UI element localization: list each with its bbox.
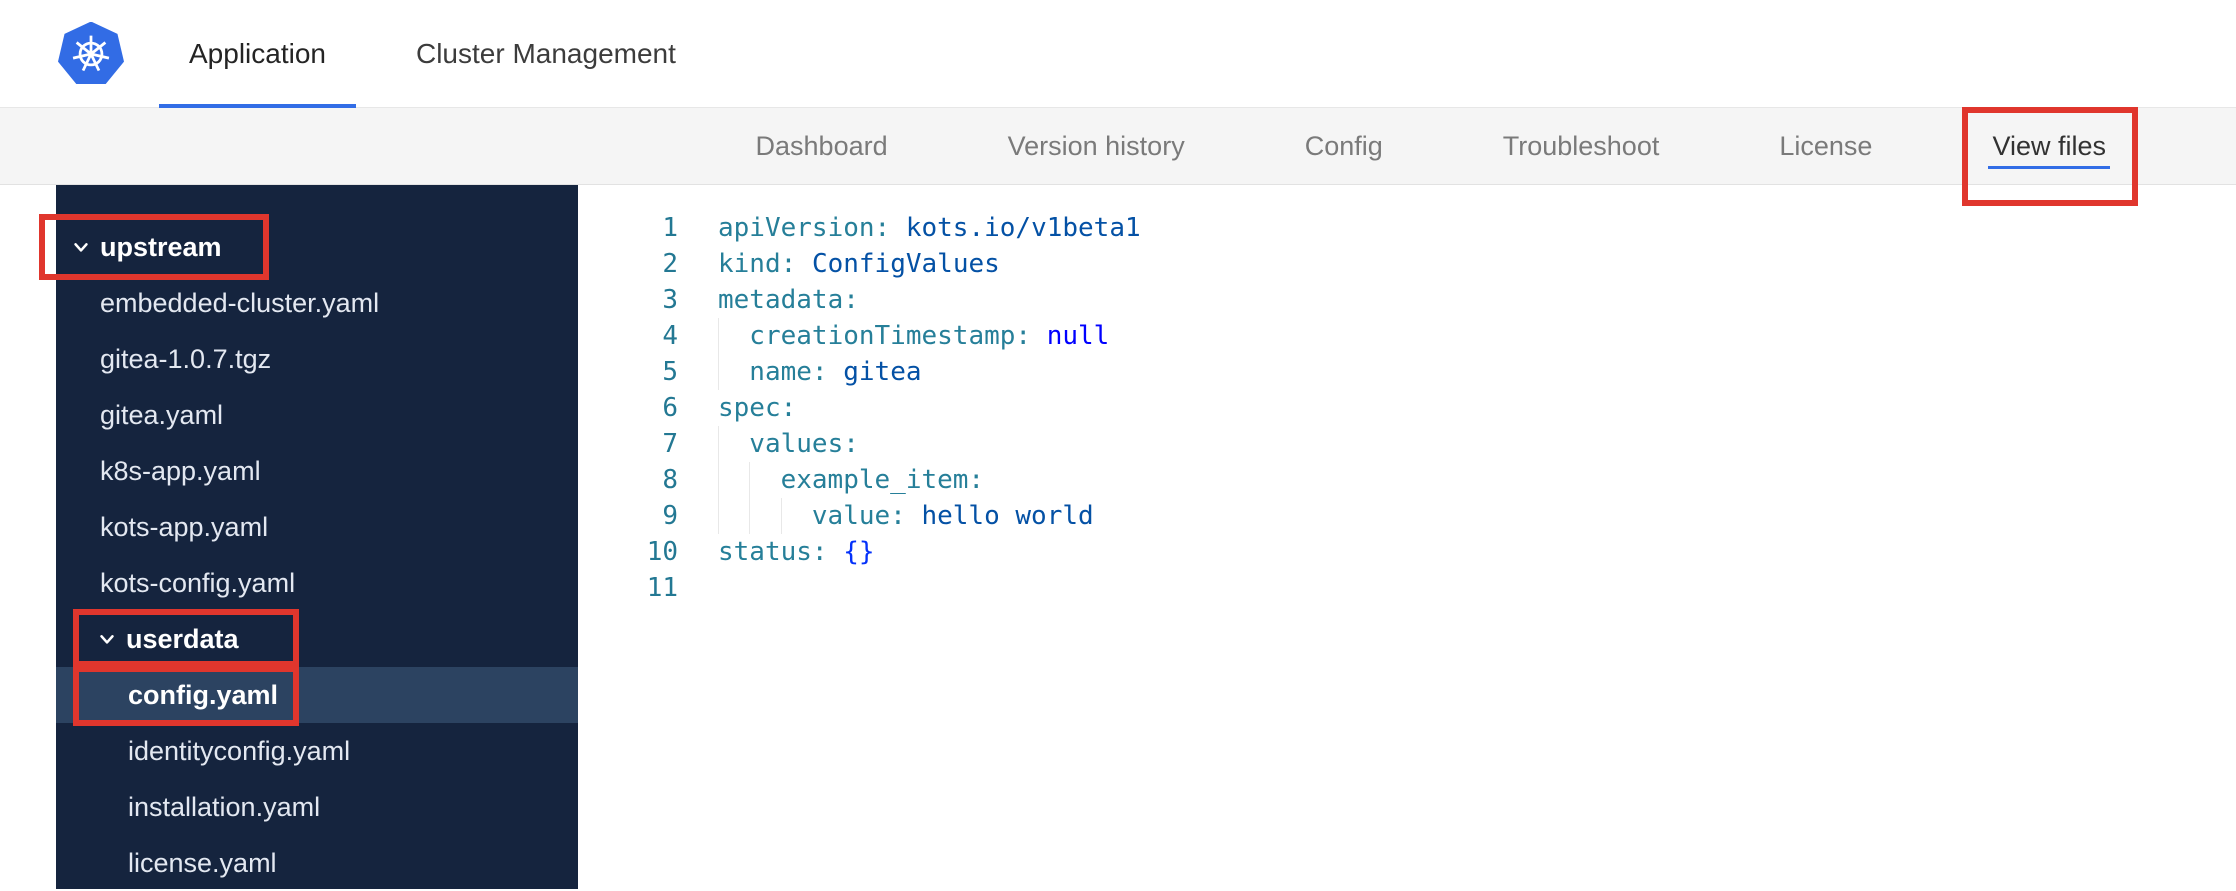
tree-item-label: identityconfig.yaml [128,735,351,766]
code-line-1: apiVersion: kots.io/v1beta1 [718,210,1141,246]
tree-item-label: userdata [126,623,239,654]
tree-item-label: license.yaml [128,847,277,878]
editor-code[interactable]: apiVersion: kots.io/v1beta1 kind: ConfigV… [718,210,1141,889]
code-token [718,462,749,498]
tree-item-label: kots-app.yaml [100,511,269,542]
file-editor[interactable]: 1 2 3 4 5 6 7 8 9 10 11 apiVersion: kots.io/v1beta… [578,185,2236,889]
code-line-6: spec: [718,390,1141,426]
tree-item-label: installation.yaml [128,791,321,822]
line-number: 4 [662,321,678,351]
code-token: example_item: [780,465,985,495]
tree-item-config-yaml[interactable]: config.yaml [56,666,578,726]
editor-line-numbers: 1 2 3 4 5 6 7 8 9 10 11 [578,210,678,889]
line-number: 2 [662,249,678,279]
code-token: creationTimestamp: [749,321,1032,351]
tree-item-embedded-cluster-yaml[interactable]: embedded-cluster.yaml [56,275,578,331]
line-number: 5 [662,357,678,387]
app-subnav: Dashboard Version history Config Troublesho… [0,106,2236,206]
app-header: Application Cluster Management [0,0,2236,108]
subnav-tab-troubleshoot[interactable]: Troubleshoot [1503,131,1660,162]
main-content: upstream embedded-cluster.yaml gitea-1.0.7… [0,185,2236,889]
header-tab-cluster-management[interactable]: Cluster Management [386,0,706,107]
code-line-2: kind: ConfigValues [718,246,1141,282]
code-token [749,462,780,498]
code-line-10: status: {} [718,534,1141,570]
line-number: 8 [662,465,678,495]
tree-item-label: gitea-1.0.7.tgz [100,343,272,374]
kubernetes-helm-wheel-icon [72,35,110,71]
code-token: status: [718,537,828,567]
code-token: metadata: [718,285,859,315]
code-token: spec: [718,393,797,423]
tree-item-kots-config-yaml[interactable]: kots-config.yaml [56,555,578,611]
code-token [780,498,812,534]
tree-item-gitea-yaml[interactable]: gitea.yaml [56,387,578,443]
code-token: hello world [921,501,1094,531]
logo-container [58,0,124,107]
code-token [749,498,780,534]
code-token: name: [749,357,828,387]
code-token: gitea [843,357,922,387]
code-token: {} [843,537,875,567]
tree-item-label: kots-config.yaml [100,567,296,598]
header-tabs: Application Cluster Management [159,0,706,108]
line-number: 11 [646,573,678,603]
code-token: kind: [718,249,797,279]
tree-item-label: config.yaml [128,679,279,710]
chevron-down-icon [70,236,92,258]
line-number: 7 [662,429,678,459]
code-line-3: metadata: [718,282,1141,318]
header-tab-application[interactable]: Application [159,0,356,108]
tree-item-label: gitea.yaml [100,399,224,430]
tree-item-identityconfig-yaml[interactable]: identityconfig.yaml [56,723,578,779]
tree-item-license-yaml[interactable]: license.yaml [56,835,578,891]
subnav-tab-dashboard[interactable]: Dashboard [756,131,888,162]
tree-item-upstream[interactable]: upstream [39,214,578,280]
line-number: 6 [662,393,678,423]
tree-item-kots-app-yaml[interactable]: kots-app.yaml [56,499,578,555]
file-tree: upstream embedded-cluster.yaml gitea-1.0.7… [39,185,578,891]
code-line-9: value: hello world [718,498,1141,534]
line-number: 1 [662,213,678,243]
subnav-tab-view-files[interactable]: View files [1962,106,2138,206]
subnav-tab-license[interactable]: License [1779,131,1872,162]
code-token: kots.io/v1beta1 [905,213,1141,243]
code-token: values: [749,429,859,459]
tree-item-k8s-app-yaml[interactable]: k8s-app.yaml [56,443,578,499]
tree-item-gitea-1-0-7-tgz[interactable]: gitea-1.0.7.tgz [56,331,578,387]
code-token [718,354,749,390]
tree-item-label: embedded-cluster.yaml [100,287,380,318]
tree-item-label: upstream [100,231,222,262]
code-token [718,318,749,354]
code-token [718,498,749,534]
chevron-down-icon [96,628,118,650]
code-line-8: example_item: [718,462,1141,498]
subnav-tab-config[interactable]: Config [1305,131,1383,162]
tree-item-installation-yaml[interactable]: installation.yaml [56,779,578,835]
code-token: ConfigValues [811,249,1000,279]
code-token [718,426,749,462]
code-token: apiVersion: [718,213,891,243]
subnav-tab-version-history[interactable]: Version history [1008,131,1185,162]
code-line-4: creationTimestamp: null [718,318,1141,354]
tree-item-userdata[interactable]: userdata [56,609,578,667]
line-number: 10 [646,537,678,567]
tree-item-label: k8s-app.yaml [100,455,261,486]
code-token: value: [811,501,906,531]
line-number: 3 [662,285,678,315]
kubernetes-logo [58,21,124,84]
code-token: null [1046,321,1110,351]
code-line-5: name: gitea [718,354,1141,390]
code-line-7: values: [718,426,1141,462]
line-number: 9 [662,501,678,531]
